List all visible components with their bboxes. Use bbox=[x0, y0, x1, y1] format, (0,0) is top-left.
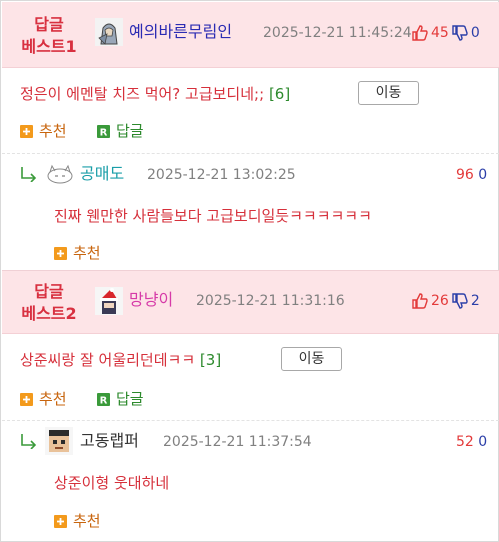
reply-button[interactable]: R 답글 bbox=[97, 390, 144, 408]
reply-recommend-button[interactable]: 추천 bbox=[54, 512, 101, 530]
reply-upvote-count: 96 bbox=[456, 167, 474, 183]
thumbs-down-icon[interactable] bbox=[452, 25, 468, 41]
reply-downvote-count: 0 bbox=[478, 434, 488, 450]
best-badge-line1: 답글 bbox=[34, 15, 64, 34]
comment-text: 정은이 에멘탈 치즈 먹어? 고급보디네;; [6] bbox=[20, 84, 290, 104]
plus-icon bbox=[54, 514, 67, 528]
best-badge-line1: 답글 bbox=[34, 282, 64, 301]
plus-icon bbox=[20, 124, 33, 138]
comment-body: 정은이 에멘탈 치즈 먹어? 고급보디네;; bbox=[20, 85, 265, 103]
thumbs-down-icon[interactable] bbox=[452, 293, 468, 309]
reply-datetime: 2025-12-21 13:02:25 bbox=[147, 167, 296, 183]
move-button[interactable]: 이동 bbox=[281, 347, 342, 371]
reply-nickname[interactable]: 고동랩퍼 bbox=[80, 431, 139, 451]
best-badge: 답글 베스트1 bbox=[14, 14, 84, 58]
comment-datetime: 2025-12-21 11:31:16 bbox=[196, 293, 345, 309]
best-badge: 답글 베스트2 bbox=[14, 281, 84, 325]
recommend-label: 추천 bbox=[39, 390, 67, 408]
divider bbox=[2, 153, 499, 154]
reply-downvote-count: 0 bbox=[478, 167, 488, 183]
thumbs-up-icon[interactable] bbox=[412, 293, 428, 309]
downvote-count: 0 bbox=[470, 25, 480, 41]
upvote-count: 45 bbox=[431, 25, 449, 41]
recommend-button[interactable]: 추천 bbox=[20, 122, 67, 140]
reply-arrow-icon bbox=[21, 434, 37, 449]
plus-icon bbox=[20, 392, 33, 406]
best-badge-line2: 베스트2 bbox=[21, 304, 77, 323]
recommend-label: 추천 bbox=[73, 244, 101, 262]
reply-body: 상준이형 웃대하네 bbox=[54, 474, 170, 492]
reply-upvote-count: 52 bbox=[456, 434, 474, 450]
pixel-face-avatar[interactable] bbox=[45, 427, 73, 455]
upvote-count: 26 bbox=[431, 293, 449, 309]
santa-hat-avatar[interactable] bbox=[95, 287, 123, 315]
comment-panel: 답글 베스트1 예의바른무림인 2025-12-21 11:45:24 45 0… bbox=[0, 0, 499, 542]
divider bbox=[2, 420, 499, 421]
reply-r-icon: R bbox=[97, 124, 110, 138]
best-badge-line2: 베스트1 bbox=[21, 37, 77, 56]
comment-text: 상준씨랑 잘 어울리던데ㅋㅋ [3] bbox=[20, 350, 221, 370]
reply-recommend-button[interactable]: 추천 bbox=[54, 244, 101, 262]
reply-datetime: 2025-12-21 11:37:54 bbox=[163, 434, 312, 450]
best-comment-header: 답글 베스트1 예의바른무림인 2025-12-21 11:45:24 45 0 bbox=[2, 2, 499, 68]
move-button[interactable]: 이동 bbox=[358, 81, 419, 105]
reply-label: 답글 bbox=[116, 390, 144, 408]
vote-box: 45 0 bbox=[412, 24, 480, 42]
svg-text:R: R bbox=[100, 127, 108, 138]
cat-avatar[interactable] bbox=[45, 163, 75, 185]
author-nickname[interactable]: 망냥이 bbox=[129, 290, 173, 310]
comment-datetime: 2025-12-21 11:45:24 bbox=[263, 25, 412, 41]
reply-arrow-icon bbox=[21, 167, 37, 182]
reply-vote-box: 52 0 bbox=[456, 433, 487, 451]
recommend-button[interactable]: 추천 bbox=[20, 390, 67, 408]
author-nickname[interactable]: 예의바른무림인 bbox=[129, 22, 232, 42]
thumbs-up-icon[interactable] bbox=[412, 25, 428, 41]
plus-icon bbox=[54, 246, 67, 260]
reply-button[interactable]: R 답글 bbox=[97, 122, 144, 140]
reply-body: 진짜 웬만한 사람들보다 고급보디일듯ㅋㅋㅋㅋㅋㅋ bbox=[54, 207, 372, 225]
downvote-count: 2 bbox=[470, 293, 480, 309]
hooded-figure-avatar[interactable] bbox=[95, 18, 123, 46]
vote-box: 26 2 bbox=[412, 292, 480, 310]
reply-count: [3] bbox=[199, 351, 222, 369]
reply-nickname[interactable]: 공매도 bbox=[80, 164, 124, 184]
reply-r-icon: R bbox=[97, 392, 110, 406]
recommend-label: 추천 bbox=[73, 512, 101, 530]
recommend-label: 추천 bbox=[39, 122, 67, 140]
svg-text:R: R bbox=[100, 395, 108, 406]
reply-vote-box: 96 0 bbox=[456, 166, 487, 184]
reply-label: 답글 bbox=[116, 122, 144, 140]
reply-count: [6] bbox=[268, 85, 291, 103]
best-comment-header: 답글 베스트2 망냥이 2025-12-21 11:31:16 26 2 bbox=[2, 270, 499, 334]
comment-body: 상준씨랑 잘 어울리던데ㅋㅋ bbox=[20, 351, 196, 369]
